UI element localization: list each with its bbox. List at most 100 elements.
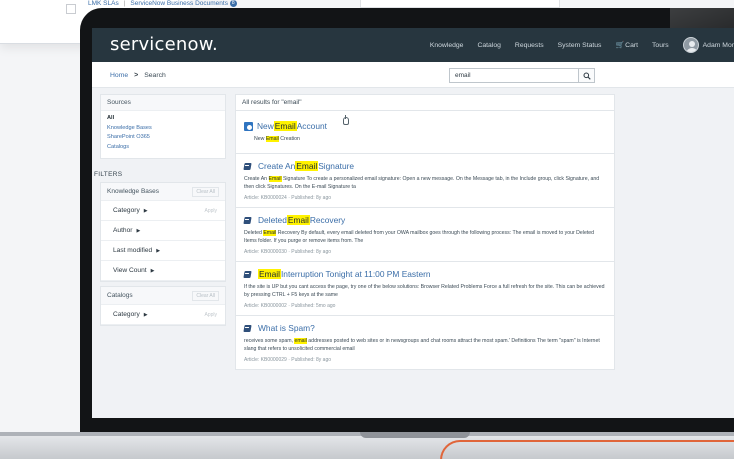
snippet-text: Create An (244, 176, 269, 182)
caret-right-icon: ▶ (156, 248, 161, 254)
left-sidebar: Sources All Knowledge Bases SharePoint O… (94, 94, 226, 330)
result-snippet: New Email Creation (254, 135, 606, 143)
filters-label: FILTERS (94, 171, 123, 178)
title-text: Signature (318, 161, 355, 171)
background-link: LMK SLAs (88, 0, 119, 8)
filter-group-title: Knowledge Bases (107, 188, 160, 195)
filter-author[interactable]: Author ▶ (101, 221, 225, 241)
source-sharepoint[interactable]: SharePoint O365 (107, 133, 219, 143)
chevron-right-icon: > (134, 71, 139, 79)
search-input[interactable]: email (450, 72, 578, 79)
outlook-icon (244, 121, 253, 131)
breadcrumb: Home > Search (110, 62, 166, 88)
nav-cart[interactable]: 🛒Cart (615, 41, 638, 49)
title-text: Account (296, 121, 327, 131)
article-icon (244, 217, 252, 224)
highlight: email (294, 338, 307, 344)
search-icon (583, 72, 591, 80)
filter-label: Author (113, 227, 133, 234)
snippet-text: Signature To create a personalized email… (244, 176, 600, 190)
result-item: Email Interruption Tonight at 11:00 PM E… (235, 262, 615, 316)
background-link: ServiceNow Business Documents (130, 0, 228, 8)
snippet-text: If the site is UP but you cant access th… (244, 284, 605, 298)
result-snippet: Create An Email Signature To create a pe… (244, 175, 606, 191)
highlight: Email (295, 161, 319, 171)
nav-requests[interactable]: Requests (515, 42, 544, 49)
logo[interactable]: servicenow. (110, 34, 218, 55)
main-nav: Knowledge Catalog Requests System Status… (416, 28, 734, 62)
result-meta: Article: KB0000024 · Published: 8y ago (244, 195, 331, 201)
checkbox-icon (66, 4, 76, 14)
nav-knowledge[interactable]: Knowledge (430, 42, 464, 49)
source-catalogs[interactable]: Catalogs (107, 143, 219, 153)
filter-catalog-category[interactable]: Category ▶ Apply (101, 305, 225, 325)
result-title[interactable]: Create An Email Signature (244, 161, 606, 171)
result-snippet: Deleted Email Recovery By default, every… (244, 229, 606, 245)
result-snippet: If the site is UP but you cant access th… (244, 283, 606, 299)
filter-group-title: Catalogs (107, 292, 133, 299)
filter-view-count[interactable]: View Count ▶ (101, 261, 225, 281)
user-name[interactable]: Adam Mor (703, 42, 734, 49)
sources-title: Sources (101, 95, 225, 111)
article-icon (244, 271, 252, 278)
title-text: Create An (258, 161, 296, 171)
result-title[interactable]: What is Spam? (244, 323, 606, 333)
filter-category[interactable]: Category ▶ Apply (101, 201, 225, 221)
result-meta: Article: KB0000030 · Published: 8y ago (244, 249, 331, 255)
cart-icon: 🛒 (615, 42, 625, 49)
caret-right-icon: ▶ (136, 228, 141, 234)
caret-right-icon: ▶ (150, 268, 155, 274)
highlight: Email (286, 215, 310, 225)
results-header: All results for "email" (235, 94, 615, 111)
result-item: New Email Account New Email Creation (235, 111, 615, 154)
sources-panel: Sources All Knowledge Bases SharePoint O… (100, 94, 226, 159)
title-text: New (257, 121, 274, 131)
result-title[interactable]: Deleted Email Recovery (244, 215, 606, 225)
result-item: What is Spam? receives some spam, email … (235, 316, 615, 370)
mouse-cursor-icon (343, 115, 349, 125)
breadcrumb-current: Search (144, 71, 166, 79)
highlight: Email (268, 176, 282, 182)
nav-catalog[interactable]: Catalog (477, 42, 500, 49)
caret-right-icon: ▶ (143, 208, 148, 214)
results-panel: All results for "email" New Email Accoun… (235, 94, 615, 418)
snippet-text: New (254, 136, 266, 142)
subheader: Home > Search email (92, 62, 734, 88)
clear-all-button[interactable]: Clear All (192, 290, 219, 301)
title-text: Recovery (309, 215, 346, 225)
avatar[interactable] (682, 37, 699, 53)
result-title[interactable]: Email Interruption Tonight at 11:00 PM E… (244, 269, 606, 279)
top-header: servicenow. Knowledge Catalog Requests S… (92, 28, 734, 62)
highlight: Email (273, 121, 297, 131)
laptop-base (0, 432, 734, 459)
nav-tours[interactable]: Tours (652, 42, 669, 49)
title-text: Deleted (258, 215, 287, 225)
filter-label: View Count (113, 267, 147, 274)
result-meta: Article: KB0000002 · Published: 5mo ago (244, 303, 336, 309)
cart-label: Cart (625, 42, 639, 49)
article-icon (244, 163, 252, 170)
snippet-text: Deleted (244, 230, 264, 236)
snippet-text: Recovery By default, every email deleted… (244, 230, 595, 244)
source-knowledge-bases[interactable]: Knowledge Bases (107, 124, 219, 134)
breadcrumb-home[interactable]: Home (110, 72, 128, 79)
search-box: email (449, 68, 595, 83)
apply-button[interactable]: Apply (204, 208, 217, 214)
search-button[interactable] (578, 69, 594, 82)
apply-button[interactable]: Apply (204, 312, 217, 318)
clear-all-button[interactable]: Clear All (192, 186, 219, 197)
snippet-text: Creation (278, 136, 300, 142)
background-shape (360, 0, 560, 8)
accent-frame (440, 440, 734, 459)
title-text: Interruption Tonight at 11:00 PM Eastern (280, 269, 431, 279)
source-all[interactable]: All (107, 114, 219, 124)
snippet-text: receives some spam, (244, 338, 295, 344)
catalogs-filter: Catalogs Clear All Category ▶ Apply (100, 286, 226, 326)
filter-last-modified[interactable]: Last modified ▶ (101, 241, 225, 261)
filter-label: Category (113, 311, 140, 318)
result-title[interactable]: New Email Account (244, 121, 606, 131)
result-meta: Article: KB0000029 · Published: 8y ago (244, 357, 331, 363)
article-icon (244, 325, 252, 332)
nav-system-status[interactable]: System Status (558, 42, 602, 49)
caret-right-icon: ▶ (143, 312, 148, 318)
